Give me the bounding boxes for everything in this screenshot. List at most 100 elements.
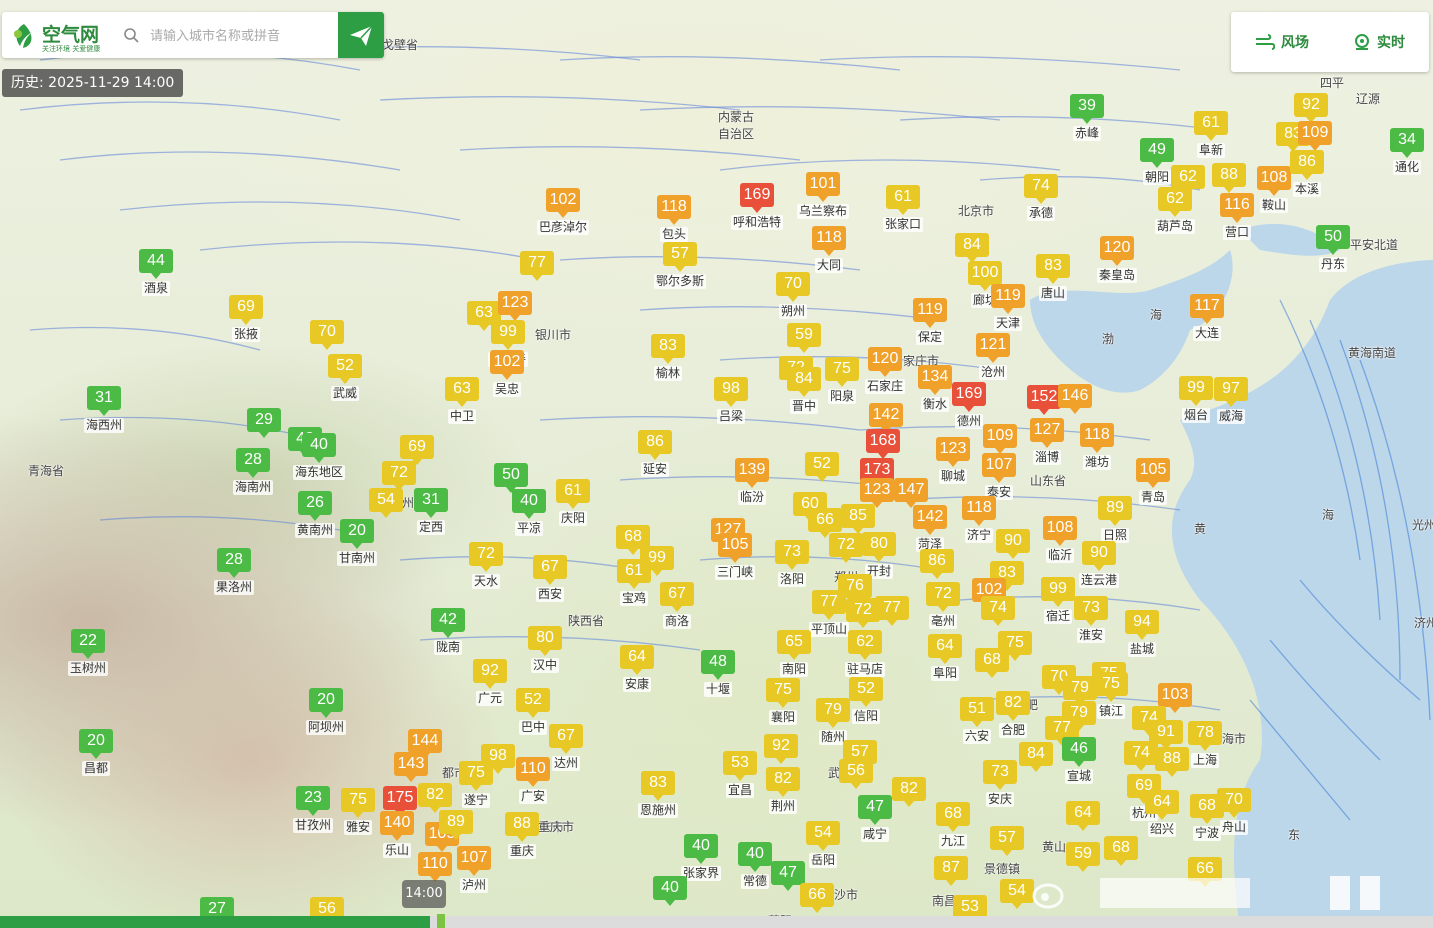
aqi-marker[interactable]: 134: [918, 365, 952, 395]
aqi-marker[interactable]: 77: [520, 251, 554, 281]
aqi-marker[interactable]: 75: [1094, 672, 1128, 702]
aqi-marker[interactable]: 68: [975, 648, 1009, 678]
aqi-marker[interactable]: 70: [776, 272, 810, 302]
aqi-marker[interactable]: 28: [217, 548, 251, 578]
aqi-marker[interactable]: 94: [1125, 610, 1159, 640]
aqi-marker[interactable]: 22: [71, 629, 105, 659]
aqi-marker[interactable]: 52: [328, 354, 362, 384]
aqi-marker[interactable]: 62: [1158, 187, 1192, 217]
aqi-marker[interactable]: 72: [469, 542, 503, 572]
realtime-button[interactable]: 实时: [1353, 30, 1405, 54]
aqi-marker[interactable]: 47: [771, 861, 805, 891]
aqi-marker[interactable]: 68: [1104, 836, 1138, 866]
aqi-marker[interactable]: 108: [1257, 166, 1291, 196]
aqi-marker[interactable]: 119: [913, 298, 947, 328]
aqi-marker[interactable]: 40: [302, 433, 336, 463]
aqi-marker[interactable]: 50: [494, 463, 528, 493]
aqi-marker[interactable]: 31: [414, 488, 448, 518]
aqi-marker[interactable]: 100: [968, 261, 1002, 291]
aqi-marker[interactable]: 54: [1000, 879, 1034, 909]
aqi-marker[interactable]: 142: [869, 403, 903, 433]
aqi-marker[interactable]: 105: [1136, 458, 1170, 488]
aqi-marker[interactable]: 175: [383, 786, 417, 816]
aqi-marker[interactable]: 123: [498, 291, 532, 321]
aqi-marker[interactable]: 79: [816, 698, 850, 728]
aqi-marker[interactable]: 77: [875, 596, 909, 626]
aqi-marker[interactable]: 72: [382, 461, 416, 491]
aqi-marker[interactable]: 152: [1027, 385, 1061, 415]
aqi-marker[interactable]: 88: [505, 812, 539, 842]
aqi-marker[interactable]: 39: [1070, 94, 1104, 124]
aqi-marker[interactable]: 110: [516, 757, 550, 787]
aqi-marker[interactable]: 67: [533, 555, 567, 585]
aqi-marker[interactable]: 109: [983, 424, 1017, 454]
aqi-marker[interactable]: 61: [617, 559, 651, 589]
aqi-marker[interactable]: 44: [139, 249, 173, 279]
aqi-marker[interactable]: 118: [812, 226, 846, 256]
aqi-marker[interactable]: 57: [663, 242, 697, 272]
aqi-marker[interactable]: 144: [408, 729, 442, 759]
aqi-marker[interactable]: 57: [990, 826, 1024, 856]
aqi-marker[interactable]: 40: [512, 489, 546, 519]
aqi-marker[interactable]: 85: [841, 504, 875, 534]
aqi-marker[interactable]: 84: [787, 367, 821, 397]
aqi-marker[interactable]: 89: [439, 810, 473, 840]
aqi-marker[interactable]: 123: [860, 478, 894, 508]
aqi-marker[interactable]: 34: [1390, 128, 1424, 158]
aqi-marker[interactable]: 139: [735, 458, 769, 488]
aqi-marker[interactable]: 92: [764, 734, 798, 764]
aqi-marker[interactable]: 88: [1212, 163, 1246, 193]
aqi-marker[interactable]: 97: [1214, 377, 1248, 407]
aqi-marker[interactable]: 66: [808, 508, 842, 538]
aqi-marker[interactable]: 92: [1294, 93, 1328, 123]
aqi-marker[interactable]: 20: [309, 688, 343, 718]
aqi-marker[interactable]: 86: [638, 430, 672, 460]
aqi-marker[interactable]: 120: [1100, 236, 1134, 266]
aqi-marker[interactable]: 62: [848, 630, 882, 660]
aqi-marker[interactable]: 74: [1024, 174, 1058, 204]
aqi-marker[interactable]: 62: [1171, 165, 1205, 195]
aqi-marker[interactable]: 61: [556, 479, 590, 509]
aqi-marker[interactable]: 31: [87, 386, 121, 416]
aqi-marker[interactable]: 117: [1190, 294, 1224, 324]
aqi-marker[interactable]: 65: [777, 630, 811, 660]
aqi-marker[interactable]: 69: [229, 295, 263, 325]
search-input[interactable]: [148, 23, 338, 49]
aqi-marker[interactable]: 64: [1066, 801, 1100, 831]
aqi-marker[interactable]: 146: [1058, 384, 1092, 414]
aqi-marker[interactable]: 147: [894, 478, 928, 508]
aqi-marker[interactable]: 40: [738, 842, 772, 872]
aqi-marker[interactable]: 73: [775, 540, 809, 570]
aqi-marker[interactable]: 118: [962, 496, 996, 526]
aqi-marker[interactable]: 92: [473, 659, 507, 689]
aqi-marker[interactable]: 102: [490, 350, 524, 380]
aqi-marker[interactable]: 101: [806, 172, 840, 202]
aqi-marker[interactable]: 82: [418, 783, 452, 813]
aqi-marker[interactable]: 86: [920, 549, 954, 579]
aqi-marker[interactable]: 80: [862, 532, 896, 562]
aqi-marker[interactable]: 64: [620, 645, 654, 675]
aqi-marker[interactable]: 54: [806, 821, 840, 851]
aqi-marker[interactable]: 98: [714, 377, 748, 407]
aqi-marker[interactable]: 51: [960, 697, 994, 727]
logo[interactable]: 空气网 关注环境 关爱健康: [10, 20, 114, 53]
aqi-marker[interactable]: 109: [1298, 121, 1332, 151]
aqi-marker[interactable]: 84: [955, 233, 989, 263]
aqi-marker[interactable]: 99: [491, 320, 525, 350]
aqi-marker[interactable]: 168: [866, 429, 900, 459]
timeline-bar[interactable]: [0, 916, 1433, 928]
aqi-marker[interactable]: 82: [766, 767, 800, 797]
aqi-marker[interactable]: 72: [926, 582, 960, 612]
aqi-marker[interactable]: 40: [653, 876, 687, 906]
aqi-marker[interactable]: 46: [1062, 737, 1096, 767]
aqi-marker[interactable]: 20: [79, 729, 113, 759]
aqi-marker[interactable]: 53: [723, 751, 757, 781]
search-submit-button[interactable]: [338, 12, 384, 58]
aqi-marker[interactable]: 50: [1316, 225, 1350, 255]
aqi-marker[interactable]: 54: [369, 488, 403, 518]
aqi-marker[interactable]: 83: [651, 334, 685, 364]
aqi-marker[interactable]: 70: [1217, 788, 1251, 818]
aqi-marker[interactable]: 140: [380, 811, 414, 841]
aqi-marker[interactable]: 169: [952, 382, 986, 412]
aqi-marker[interactable]: 143: [394, 752, 428, 782]
